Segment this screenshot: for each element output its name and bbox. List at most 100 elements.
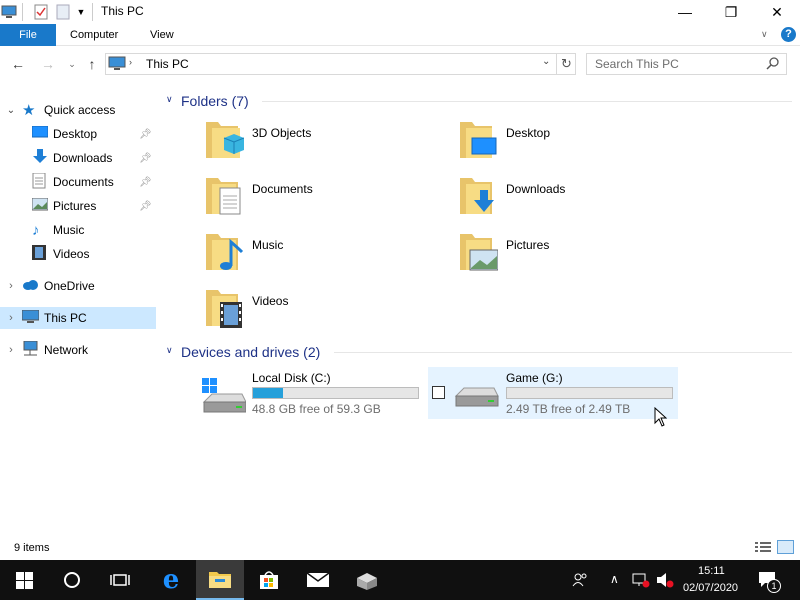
collapse-group-icon[interactable]: ∨ bbox=[166, 94, 173, 105]
drive-free-space: 2.49 TB free of 2.49 TB bbox=[506, 402, 631, 416]
collapse-group-icon[interactable]: ∨ bbox=[166, 345, 173, 356]
search-placeholder: Search This PC bbox=[595, 57, 679, 71]
sidebar-item-videos[interactable]: Videos bbox=[0, 243, 156, 265]
this-pc-icon[interactable] bbox=[0, 3, 18, 21]
windows-start-icon[interactable] bbox=[0, 560, 48, 600]
tab-computer[interactable]: Computer bbox=[56, 24, 132, 46]
refresh-icon[interactable]: ↻ bbox=[556, 53, 576, 75]
devices-group-header[interactable]: Devices and drives (2) bbox=[181, 344, 320, 360]
back-arrow-icon[interactable]: ← bbox=[8, 55, 28, 73]
clock-date[interactable]: 02/07/2020 bbox=[683, 582, 738, 594]
expanded-chevron-icon[interactable]: ⌄ bbox=[0, 105, 22, 116]
drive-label: Game (G:) bbox=[506, 371, 563, 385]
tab-view[interactable]: View bbox=[136, 24, 188, 46]
folder-item-music[interactable]: Music bbox=[202, 230, 442, 280]
divider bbox=[92, 3, 93, 21]
sidebar-item-quick-access[interactable]: ⌄ ★ Quick access bbox=[0, 99, 156, 121]
group-divider bbox=[334, 352, 792, 353]
desktop-icon bbox=[31, 125, 53, 142]
folder-label: Desktop bbox=[506, 126, 551, 140]
breadcrumb-chevron-icon[interactable]: › bbox=[129, 57, 132, 67]
sidebar-item-music[interactable]: ♪ Music bbox=[0, 219, 156, 241]
folder-label: 3D Objects bbox=[252, 126, 312, 140]
clock-time[interactable]: 15:11 bbox=[698, 565, 725, 577]
drive-usage-fill bbox=[253, 388, 283, 398]
search-circle-icon[interactable] bbox=[48, 560, 96, 600]
close-button[interactable]: ✕ bbox=[754, 0, 800, 24]
folder-item-pictures[interactable]: Pictures bbox=[456, 230, 696, 280]
mail-icon[interactable] bbox=[294, 560, 342, 600]
help-icon[interactable]: ? bbox=[781, 27, 796, 42]
search-icon[interactable] bbox=[766, 56, 780, 73]
select-checkbox[interactable] bbox=[432, 386, 445, 399]
app-box-icon[interactable] bbox=[343, 560, 391, 600]
sidebar-item-label: Documents bbox=[53, 175, 114, 189]
folders-group-header[interactable]: Folders (7) bbox=[181, 93, 249, 109]
sidebar-item-label: Quick access bbox=[44, 103, 116, 117]
new-folder-icon[interactable] bbox=[55, 3, 71, 21]
details-view-icon[interactable] bbox=[755, 541, 771, 556]
people-icon[interactable] bbox=[572, 572, 588, 591]
pin-icon: 📌︎ bbox=[139, 152, 152, 164]
item-count: 9 items bbox=[14, 542, 50, 554]
expand-ribbon-icon[interactable]: ∨ bbox=[761, 29, 768, 40]
sidebar-item-label: Music bbox=[53, 223, 85, 237]
folder-item-downloads[interactable]: Downloads bbox=[456, 174, 696, 224]
minimize-button[interactable]: — bbox=[662, 0, 708, 24]
this-pc-icon bbox=[21, 309, 44, 327]
folder-label: Videos bbox=[252, 294, 289, 308]
large-icons-view-icon[interactable] bbox=[777, 540, 794, 554]
customize-qat-icon[interactable]: ▼ bbox=[74, 3, 88, 21]
windows-drive-icon bbox=[200, 376, 247, 419]
pictures-folder-icon bbox=[456, 230, 506, 277]
recent-locations-icon[interactable]: ⌄ bbox=[62, 55, 82, 73]
folder-item-documents[interactable]: Documents bbox=[202, 174, 442, 224]
sidebar-item-label: Desktop bbox=[53, 127, 98, 141]
collapsed-chevron-icon[interactable]: › bbox=[0, 312, 22, 324]
drive-free-space: 48.8 GB free of 59.3 GB bbox=[252, 402, 381, 416]
music-folder-icon bbox=[202, 230, 252, 277]
properties-icon[interactable] bbox=[32, 3, 50, 21]
address-text[interactable]: This PC bbox=[146, 57, 189, 71]
sidebar-item-label: Pictures bbox=[53, 199, 97, 213]
sidebar-item-pictures[interactable]: Pictures 📌︎ bbox=[0, 195, 156, 217]
file-explorer-taskbar-icon[interactable] bbox=[196, 560, 244, 600]
forward-arrow-icon[interactable]: → bbox=[38, 55, 58, 73]
sidebar-item-label: Videos bbox=[53, 247, 90, 261]
volume-muted-icon[interactable] bbox=[656, 572, 674, 591]
music-icon: ♪ bbox=[32, 221, 40, 239]
sidebar-item-downloads[interactable]: Downloads 📌︎ bbox=[0, 147, 156, 169]
folder-item-desktop[interactable]: Desktop bbox=[456, 118, 696, 168]
network-status-icon[interactable] bbox=[632, 572, 650, 591]
tab-file[interactable]: File bbox=[0, 24, 56, 46]
pictures-icon bbox=[31, 197, 53, 214]
status-bar bbox=[0, 540, 800, 560]
collapsed-chevron-icon[interactable]: › bbox=[0, 344, 22, 356]
show-hidden-icons-chevron-icon[interactable]: ∧ bbox=[610, 572, 619, 586]
collapsed-chevron-icon[interactable]: › bbox=[0, 280, 22, 292]
sidebar-item-documents[interactable]: Documents 📌︎ bbox=[0, 171, 156, 193]
store-icon[interactable] bbox=[245, 560, 293, 600]
videos-icon bbox=[32, 245, 53, 263]
cloud-icon bbox=[22, 279, 44, 293]
folder-label: Downloads bbox=[506, 182, 566, 196]
sidebar-item-network[interactable]: › Network bbox=[0, 339, 156, 361]
maximize-button[interactable]: ❐ bbox=[708, 0, 754, 24]
up-arrow-icon[interactable]: ↑ bbox=[82, 55, 102, 73]
downloads-icon bbox=[32, 149, 53, 167]
sidebar-item-label: OneDrive bbox=[44, 279, 95, 293]
folder-label: Pictures bbox=[506, 238, 550, 252]
sidebar-item-this-pc[interactable]: › This PC bbox=[0, 307, 156, 329]
sidebar-item-onedrive[interactable]: › OneDrive bbox=[0, 275, 156, 297]
network-icon bbox=[22, 340, 44, 359]
drive-icon bbox=[454, 386, 500, 417]
sidebar-item-label: This PC bbox=[44, 311, 87, 325]
folder-item-videos[interactable]: Videos bbox=[202, 286, 442, 336]
edge-browser-icon[interactable]: e bbox=[147, 560, 195, 600]
address-dropdown-icon[interactable]: ⌄ bbox=[542, 56, 550, 67]
folder-item-3d-objects[interactable]: 3D Objects bbox=[202, 118, 442, 168]
drive-usage-bar bbox=[252, 387, 419, 399]
window-title: This PC bbox=[101, 4, 144, 18]
sidebar-item-desktop[interactable]: Desktop 📌︎ bbox=[0, 123, 156, 145]
task-view-icon[interactable] bbox=[96, 560, 144, 600]
